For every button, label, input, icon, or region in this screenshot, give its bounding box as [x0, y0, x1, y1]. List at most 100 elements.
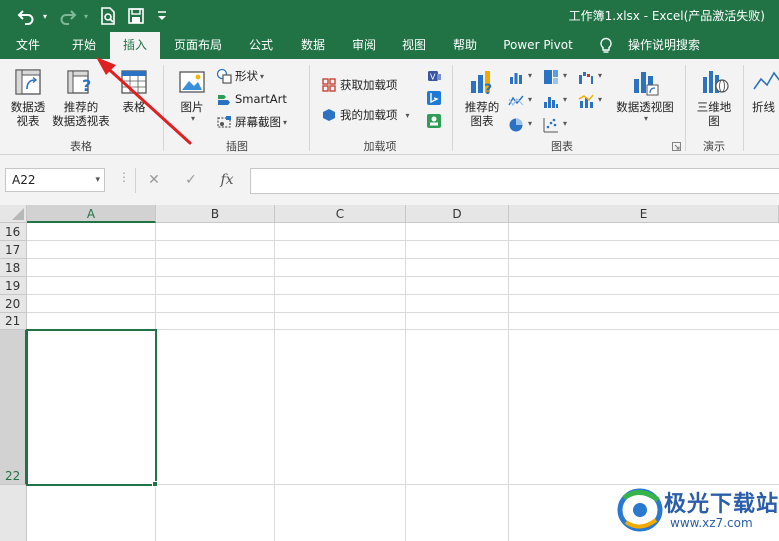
chevron-down-icon[interactable]: ▾ [95, 169, 100, 191]
smartart-button[interactable]: SmartArt [216, 89, 287, 109]
column-header-d[interactable]: D [406, 205, 509, 223]
row-header-22[interactable]: 22 [0, 330, 27, 485]
visio-icon[interactable]: V [426, 68, 442, 84]
tab-review[interactable]: 审阅 [343, 32, 385, 59]
pivot-table-button[interactable]: 数据透 视表 [6, 67, 50, 128]
gridline [274, 223, 275, 541]
pictures-button[interactable]: 图片 ▾ [170, 67, 214, 123]
tab-data[interactable]: 数据 [292, 32, 334, 59]
people-graph-icon[interactable] [426, 113, 442, 129]
name-box[interactable]: A22 ▾ [5, 168, 105, 192]
pie-chart-icon[interactable] [508, 117, 524, 133]
combo-chart-icon[interactable] [578, 93, 594, 109]
smartart-label: SmartArt [235, 92, 287, 106]
column-header-a[interactable]: A [27, 205, 156, 223]
drag-handle-icon[interactable]: ⋮ [118, 170, 130, 184]
chevron-down-icon[interactable]: ▾ [598, 71, 602, 80]
shapes-icon [216, 68, 232, 84]
tab-formulas[interactable]: 公式 [240, 32, 282, 59]
scatter-chart-icon[interactable] [543, 117, 559, 133]
chevron-down-icon[interactable]: ▾ [563, 71, 567, 80]
chevron-down-icon: ▾ [643, 114, 648, 123]
recommended-pivot-button[interactable]: ? 推荐的 数据透视表 [50, 67, 112, 128]
group-divider [452, 65, 453, 151]
column-header-b[interactable]: B [156, 205, 275, 223]
cancel-icon[interactable]: ✕ [143, 169, 165, 191]
tell-me-search[interactable]: 操作说明搜索 [622, 32, 706, 59]
fill-handle[interactable] [152, 481, 158, 487]
tab-help[interactable]: 帮助 [444, 32, 486, 59]
recommended-charts-button[interactable]: ? 推荐的 图表 [460, 67, 504, 128]
column-header-e[interactable]: E [509, 205, 779, 223]
row-header-19[interactable]: 19 [0, 277, 27, 295]
get-addins-button[interactable]: 获取加载项 [321, 75, 398, 95]
chevron-down-icon[interactable]: ▾ [563, 95, 567, 104]
screenshot-icon [217, 116, 231, 128]
tab-page-layout[interactable]: 页面布局 [167, 32, 229, 59]
chevron-down-icon[interactable]: ▾ [528, 71, 532, 80]
redo-dropdown-icon[interactable]: ▾ [81, 4, 91, 28]
chevron-down-icon: ▾ [190, 114, 195, 123]
statistic-chart-icon[interactable] [543, 93, 559, 109]
chevron-down-icon: ▾ [283, 117, 288, 127]
table-button[interactable]: 表格 [114, 67, 154, 114]
chevron-down-icon[interactable]: ▾ [528, 119, 532, 128]
insert-function-icon[interactable]: fx [216, 169, 238, 191]
row-header-18[interactable]: 18 [0, 259, 27, 277]
watermark: 极光下载站 www.xz7.com [612, 478, 779, 541]
svg-text:?: ? [82, 76, 91, 95]
3d-map-button[interactable]: 三维地 图 [690, 67, 738, 128]
tab-view[interactable]: 视图 [393, 32, 435, 59]
column-chart-icon[interactable] [508, 69, 524, 85]
recommended-pivot-label: 推荐的 数据透视表 [52, 100, 110, 128]
select-all-corner[interactable] [0, 205, 27, 223]
formula-input[interactable] [250, 168, 779, 194]
gridline [405, 223, 406, 541]
picture-icon [179, 71, 205, 93]
group-divider [163, 65, 164, 151]
tab-home[interactable]: 开始 [62, 32, 106, 59]
group-label-tours: 演示 [703, 140, 725, 153]
chevron-down-icon[interactable]: ▾ [528, 95, 532, 104]
table-icon [121, 70, 147, 94]
screenshot-label: 屏幕截图 [235, 115, 281, 129]
my-addins-button[interactable]: 我的加载项 ▾ [321, 105, 410, 125]
save-icon[interactable] [124, 4, 148, 28]
tab-power-pivot[interactable]: Power Pivot [496, 32, 580, 59]
pivot-table-icon [15, 69, 41, 95]
hierarchy-chart-icon[interactable] [543, 69, 559, 85]
selected-cell-a22[interactable] [26, 329, 157, 486]
screenshot-button[interactable]: 屏幕截图 ▾ [216, 112, 287, 132]
row-header-16[interactable]: 16 [0, 223, 27, 241]
sparkline-line-button[interactable]: 折线 [752, 67, 779, 114]
shapes-button[interactable]: 形状 ▾ [216, 66, 264, 86]
column-header-c[interactable]: C [275, 205, 406, 223]
customize-qat-icon[interactable] [154, 4, 170, 28]
dialog-launcher-icon[interactable] [672, 142, 681, 151]
row-header-17[interactable]: 17 [0, 241, 27, 259]
group-label-tables: 表格 [70, 140, 92, 153]
undo-dropdown-icon[interactable]: ▾ [40, 4, 50, 28]
pivot-chart-icon [634, 72, 659, 96]
undo-icon[interactable] [14, 4, 38, 28]
waterfall-chart-icon[interactable] [578, 69, 594, 85]
pivot-chart-button[interactable]: 数据透视图 ▾ [612, 67, 678, 123]
print-preview-icon[interactable] [96, 4, 120, 28]
recommended-pivot-icon: ? [67, 70, 91, 95]
bing-maps-icon[interactable] [426, 90, 442, 106]
gridline [27, 312, 779, 313]
row-header-23[interactable] [0, 485, 27, 541]
gridline [27, 276, 779, 277]
line-chart-icon[interactable] [508, 93, 524, 109]
redo-icon[interactable] [56, 4, 80, 28]
row-header-21[interactable]: 21 [0, 313, 27, 330]
row-header-20[interactable]: 20 [0, 295, 27, 313]
chevron-down-icon[interactable]: ▾ [563, 119, 567, 128]
group-label-addins: 加载项 [363, 140, 397, 153]
enter-icon[interactable]: ✓ [180, 169, 202, 191]
chevron-down-icon[interactable]: ▾ [598, 95, 602, 104]
tab-insert[interactable]: 插入 [110, 32, 160, 59]
tab-file[interactable]: 文件 [6, 32, 50, 59]
lightbulb-icon [598, 37, 614, 55]
watermark-url: www.xz7.com [670, 516, 753, 530]
